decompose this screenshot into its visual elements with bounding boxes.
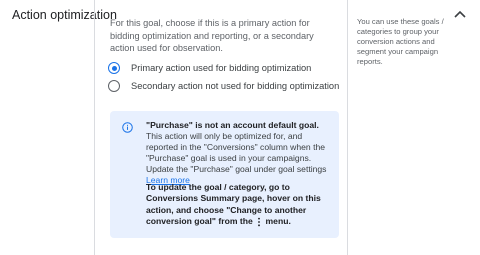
right-divider [347,0,348,255]
radio-option-primary[interactable]: Primary action used for bidding optimiza… [108,60,311,76]
info-box: "Purchase" is not an account default goa… [110,111,339,238]
info-instruction-text: To update the goal / category, go to Con… [146,182,321,227]
info-instruction-end: menu. [265,216,291,227]
info-bold-lead: "Purchase" is not an account default goa… [146,120,319,130]
info-instruction: To update the goal / category, go to Con… [146,182,331,228]
radio-option-secondary[interactable]: Secondary action not used for bidding op… [108,78,339,94]
radio-label-primary: Primary action used for bidding optimiza… [131,63,312,73]
radio-button-primary[interactable] [108,62,120,74]
info-body-text: This action will only be optimized for, … [146,131,327,175]
radio-label-secondary: Secondary action not used for bidding op… [131,81,340,91]
section-title: Action optimization [12,8,117,22]
section-description: For this goal, choose if this is a prima… [110,18,314,54]
side-help-text: You can use these goals / categories to … [357,17,444,66]
info-icon [122,122,133,133]
radio-button-secondary[interactable] [108,80,120,92]
chevron-up-icon[interactable] [452,8,468,20]
left-divider [94,0,95,255]
info-message: "Purchase" is not an account default goa… [146,120,331,187]
more-vert-icon [258,217,261,227]
